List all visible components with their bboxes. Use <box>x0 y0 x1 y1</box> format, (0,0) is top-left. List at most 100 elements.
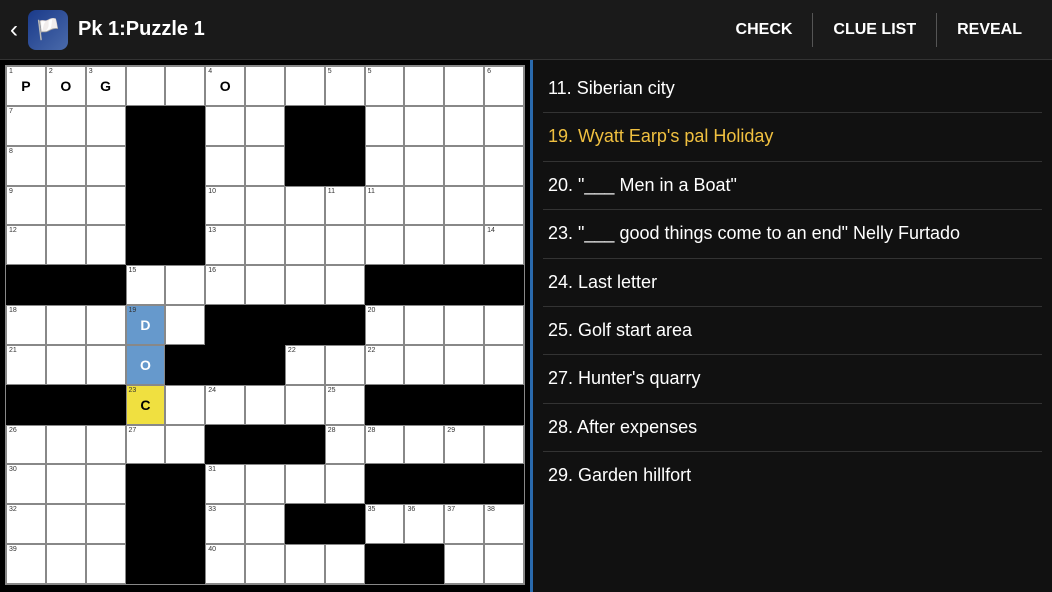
cell-5-10[interactable] <box>404 265 444 305</box>
cell-9-6[interactable] <box>245 425 285 465</box>
cell-4-12[interactable]: 14 <box>484 225 524 265</box>
clue-19[interactable]: 19. Wyatt Earp's pal Holiday <box>543 113 1042 161</box>
cell-5-8[interactable] <box>325 265 365 305</box>
cell-4-0[interactable]: 12 <box>6 225 46 265</box>
cell-2-10[interactable] <box>404 146 444 186</box>
cell-6-3[interactable]: 19D <box>126 305 166 345</box>
cell-2-6[interactable] <box>245 146 285 186</box>
clue-11[interactable]: 11. Siberian city <box>543 65 1042 113</box>
cell-6-12[interactable] <box>484 305 524 345</box>
cell-12-0[interactable]: 39 <box>6 544 46 584</box>
clue-panel[interactable]: 11. Siberian city19. Wyatt Earp's pal Ho… <box>533 60 1052 592</box>
cell-11-4[interactable] <box>165 504 205 544</box>
cell-5-1[interactable] <box>46 265 86 305</box>
cell-7-7[interactable]: 22 <box>285 345 325 385</box>
cell-8-2[interactable] <box>86 385 126 425</box>
cell-0-10[interactable] <box>404 66 444 106</box>
cell-4-6[interactable] <box>245 225 285 265</box>
cell-4-5[interactable]: 13 <box>205 225 245 265</box>
cell-12-5[interactable]: 40 <box>205 544 245 584</box>
cell-8-11[interactable] <box>444 385 484 425</box>
cell-0-2[interactable]: 3G <box>86 66 126 106</box>
cell-10-2[interactable] <box>86 464 126 504</box>
cell-0-6[interactable] <box>245 66 285 106</box>
cell-5-7[interactable] <box>285 265 325 305</box>
cell-3-10[interactable] <box>404 186 444 226</box>
cell-12-11[interactable] <box>444 544 484 584</box>
cell-0-0[interactable]: 1P <box>6 66 46 106</box>
cell-4-7[interactable] <box>285 225 325 265</box>
cell-8-9[interactable] <box>365 385 405 425</box>
cell-11-8[interactable] <box>325 504 365 544</box>
cell-6-7[interactable] <box>285 305 325 345</box>
cell-7-6[interactable] <box>245 345 285 385</box>
cell-8-0[interactable] <box>6 385 46 425</box>
cell-7-11[interactable] <box>444 345 484 385</box>
cell-10-5[interactable]: 31 <box>205 464 245 504</box>
cell-9-3[interactable]: 27 <box>126 425 166 465</box>
cell-8-1[interactable] <box>46 385 86 425</box>
clue-29[interactable]: 29. Garden hillfort <box>543 452 1042 499</box>
cell-5-11[interactable] <box>444 265 484 305</box>
cell-12-2[interactable] <box>86 544 126 584</box>
cell-9-0[interactable]: 26 <box>6 425 46 465</box>
cell-3-8[interactable]: 11 <box>325 186 365 226</box>
cell-3-12[interactable] <box>484 186 524 226</box>
cell-6-11[interactable] <box>444 305 484 345</box>
cell-3-4[interactable] <box>165 186 205 226</box>
cell-5-2[interactable] <box>86 265 126 305</box>
cell-8-5[interactable]: 24 <box>205 385 245 425</box>
cell-1-3[interactable] <box>126 106 166 146</box>
cell-5-0[interactable] <box>6 265 46 305</box>
clue-20[interactable]: 20. "___ Men in a Boat" <box>543 162 1042 210</box>
cell-11-9[interactable]: 35 <box>365 504 405 544</box>
cell-3-11[interactable] <box>444 186 484 226</box>
cell-4-10[interactable] <box>404 225 444 265</box>
cell-1-0[interactable]: 7 <box>6 106 46 146</box>
cell-3-7[interactable] <box>285 186 325 226</box>
cell-7-3[interactable]: O <box>126 345 166 385</box>
cell-8-10[interactable] <box>404 385 444 425</box>
cell-2-1[interactable] <box>46 146 86 186</box>
cell-11-0[interactable]: 32 <box>6 504 46 544</box>
cell-5-4[interactable] <box>165 265 205 305</box>
cell-9-12[interactable] <box>484 425 524 465</box>
cell-4-3[interactable] <box>126 225 166 265</box>
cell-3-3[interactable] <box>126 186 166 226</box>
clue-list-button[interactable]: CLUE LIST <box>812 13 936 47</box>
cell-0-1[interactable]: 2O <box>46 66 86 106</box>
cell-12-9[interactable] <box>365 544 405 584</box>
cell-7-0[interactable]: 21 <box>6 345 46 385</box>
cell-4-9[interactable] <box>365 225 405 265</box>
clue-23[interactable]: 23. "___ good things come to an end" Nel… <box>543 210 1042 258</box>
cell-7-8[interactable] <box>325 345 365 385</box>
cell-12-3[interactable] <box>126 544 166 584</box>
cell-9-1[interactable] <box>46 425 86 465</box>
cell-11-5[interactable]: 33 <box>205 504 245 544</box>
cell-11-3[interactable] <box>126 504 166 544</box>
cell-6-6[interactable] <box>245 305 285 345</box>
cell-6-5[interactable] <box>205 305 245 345</box>
crossword-grid[interactable]: 1P2O3G4O55678910111112131415161819D2021O… <box>5 65 525 585</box>
cell-7-9[interactable]: 22 <box>365 345 405 385</box>
cell-5-6[interactable] <box>245 265 285 305</box>
cell-6-4[interactable] <box>165 305 205 345</box>
cell-2-3[interactable] <box>126 146 166 186</box>
cell-1-6[interactable] <box>245 106 285 146</box>
cell-5-5[interactable]: 16 <box>205 265 245 305</box>
cell-2-8[interactable] <box>325 146 365 186</box>
cell-6-9[interactable]: 20 <box>365 305 405 345</box>
cell-10-6[interactable] <box>245 464 285 504</box>
cell-2-2[interactable] <box>86 146 126 186</box>
cell-10-4[interactable] <box>165 464 205 504</box>
cell-12-4[interactable] <box>165 544 205 584</box>
cell-9-9[interactable]: 28 <box>365 425 405 465</box>
cell-11-11[interactable]: 37 <box>444 504 484 544</box>
cell-1-11[interactable] <box>444 106 484 146</box>
cell-3-6[interactable] <box>245 186 285 226</box>
cell-2-12[interactable] <box>484 146 524 186</box>
cell-12-10[interactable] <box>404 544 444 584</box>
cell-7-5[interactable] <box>205 345 245 385</box>
cell-6-2[interactable] <box>86 305 126 345</box>
cell-0-12[interactable]: 6 <box>484 66 524 106</box>
